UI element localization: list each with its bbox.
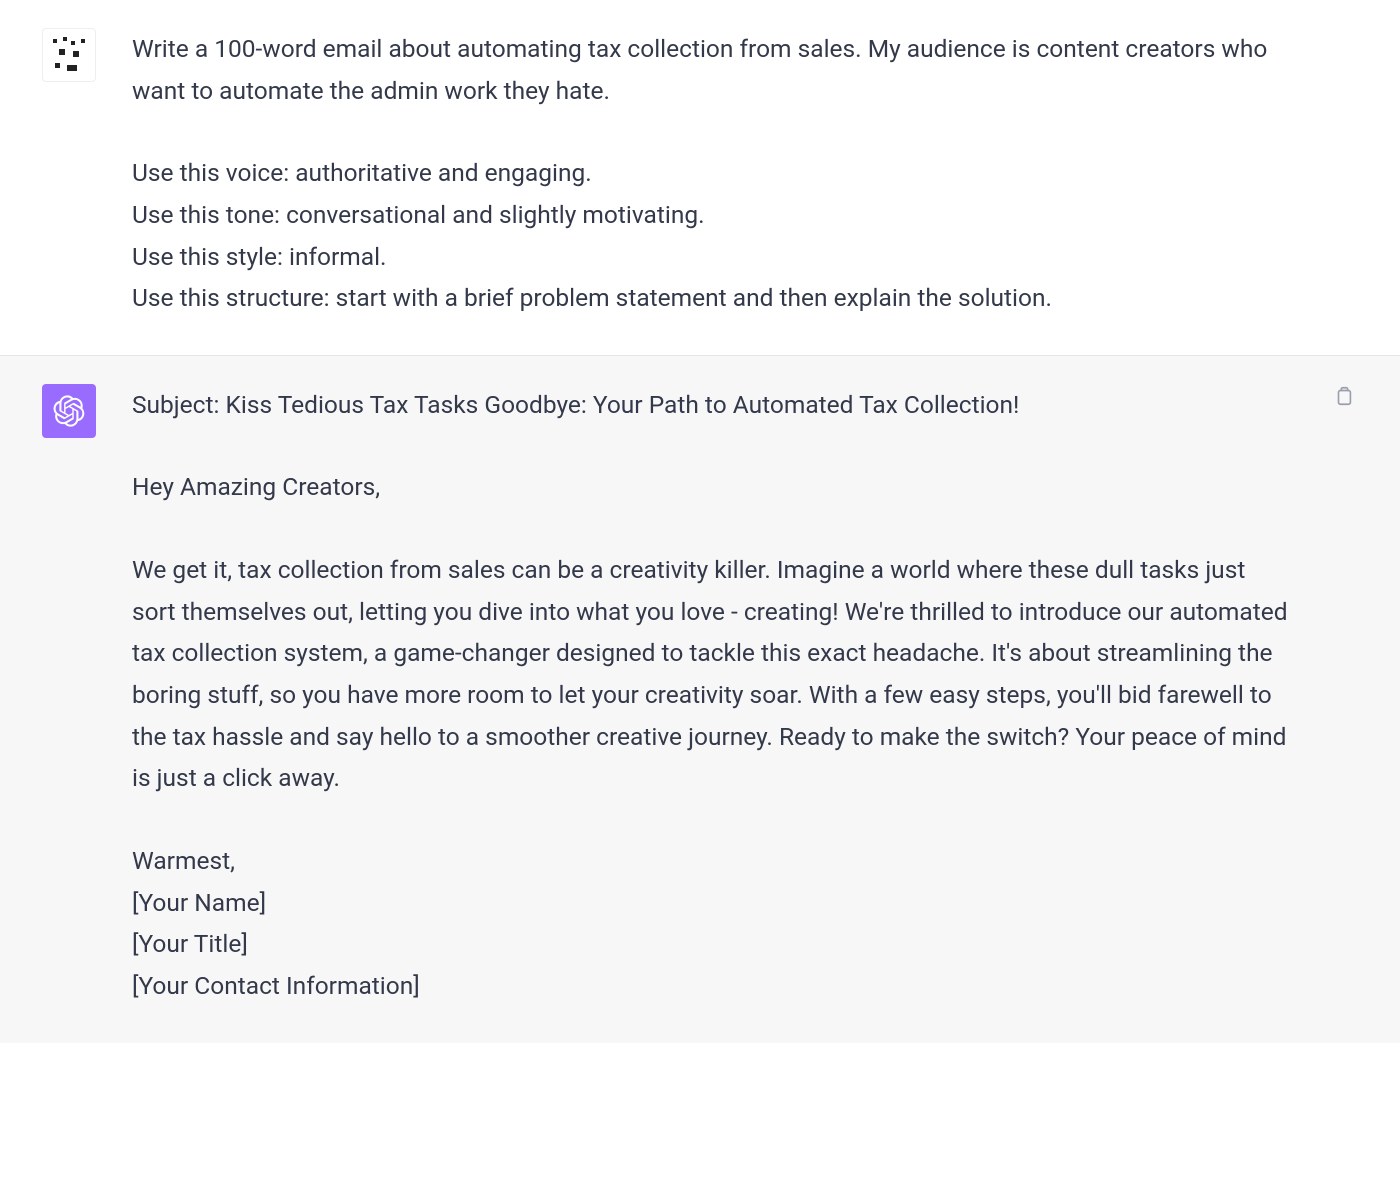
copy-icon (1333, 385, 1355, 407)
prompt-style: Use this style: informal. (132, 236, 1290, 278)
email-sig-name: [Your Name] (132, 882, 1290, 924)
user-message-content: Write a 100-word email about automating … (132, 28, 1400, 319)
email-body: We get it, tax collection from sales can… (132, 549, 1290, 799)
assistant-message-content: Subject: Kiss Tedious Tax Tasks Goodbye:… (132, 384, 1400, 1007)
assistant-avatar (42, 384, 96, 438)
email-sig-contact: [Your Contact Information] (132, 965, 1290, 1007)
email-subject: Subject: Kiss Tedious Tax Tasks Goodbye:… (132, 384, 1290, 426)
assistant-message: Subject: Kiss Tedious Tax Tasks Goodbye:… (0, 355, 1400, 1043)
user-message: Write a 100-word email about automating … (0, 0, 1400, 355)
prompt-intro: Write a 100-word email about automating … (132, 28, 1290, 111)
user-avatar (42, 28, 96, 82)
prompt-voice: Use this voice: authoritative and engagi… (132, 152, 1290, 194)
email-sig-title: [Your Title] (132, 923, 1290, 965)
prompt-structure: Use this structure: start with a brief p… (132, 277, 1290, 319)
email-greeting: Hey Amazing Creators, (132, 466, 1290, 508)
email-signoff: Warmest, (132, 840, 1290, 882)
copy-button[interactable] (1330, 382, 1358, 410)
user-avatar-icon (49, 35, 89, 75)
prompt-tone: Use this tone: conversational and slight… (132, 194, 1290, 236)
openai-logo-icon (53, 395, 85, 427)
